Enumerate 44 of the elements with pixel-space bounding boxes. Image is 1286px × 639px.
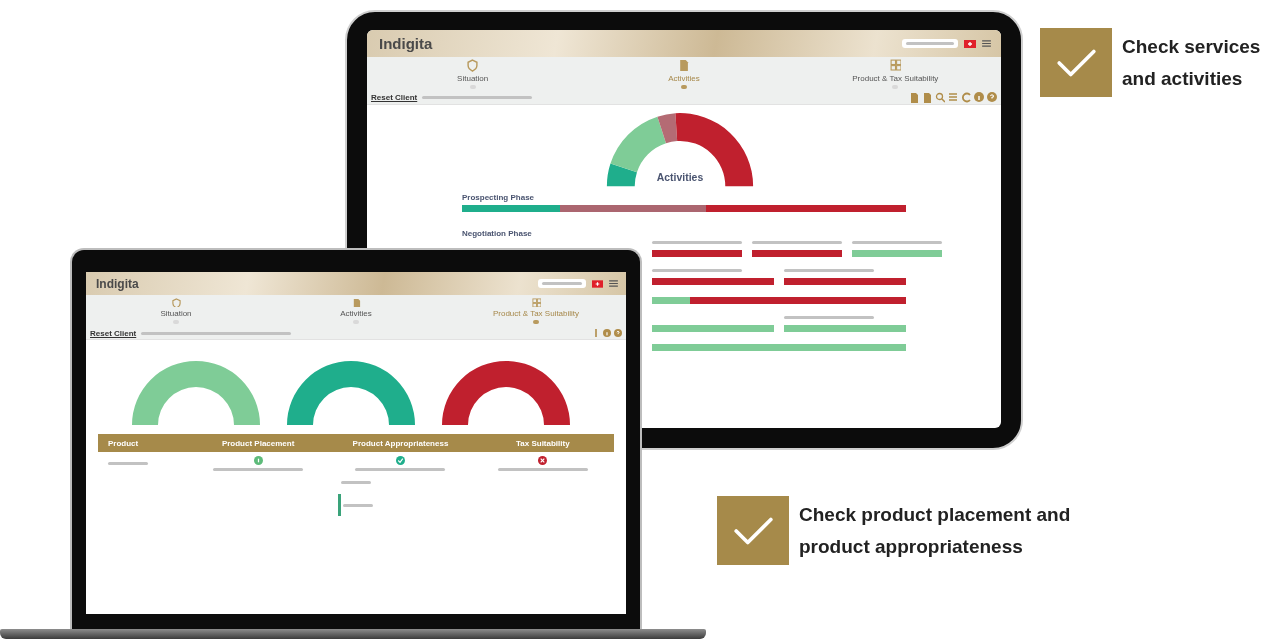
grid-icon — [889, 59, 901, 72]
reset-client-link[interactable]: Reset Client — [90, 328, 137, 338]
column-header: Product — [107, 438, 140, 448]
shield-icon — [467, 59, 479, 72]
flag-icon[interactable] — [592, 279, 603, 288]
shield-icon — [171, 297, 181, 308]
bar-icon[interactable] — [592, 328, 600, 338]
info-icon[interactable] — [974, 92, 984, 103]
logo-text: Indigita — [96, 276, 139, 291]
list-icon[interactable] — [948, 92, 958, 103]
info-icon[interactable] — [603, 328, 611, 338]
gauge-label: Activities — [656, 171, 704, 183]
menu-icon[interactable] — [982, 40, 991, 47]
nav-tab[interactable]: Product & Tax Suitability — [789, 57, 1001, 91]
flag-icon[interactable] — [964, 39, 976, 48]
illegible-text — [906, 42, 954, 45]
document-icon[interactable] — [909, 92, 919, 103]
document-icon[interactable] — [922, 92, 932, 103]
column-header: Tax Suitability — [515, 438, 571, 448]
phase-title: Negotiation Phase — [462, 229, 533, 238]
help-icon[interactable] — [614, 328, 622, 338]
menu-icon[interactable] — [609, 280, 618, 287]
phase-title: Prospecting Phase — [462, 193, 536, 202]
callout-text: Check product placement and product appropriateness — [799, 502, 1072, 559]
illegible-text — [342, 504, 373, 508]
illegible-text — [542, 282, 582, 285]
reset-client-link[interactable]: Reset Client — [371, 93, 418, 102]
illegible-text — [108, 462, 148, 465]
illegible-text — [341, 481, 371, 484]
nav-tab[interactable]: Situation — [86, 295, 266, 327]
column-header: Product Placement — [220, 438, 296, 448]
logo-text: Indigita — [379, 35, 433, 52]
account-field[interactable] — [538, 279, 586, 288]
nav-tab[interactable]: Activities — [266, 295, 446, 327]
refresh-icon[interactable] — [961, 92, 971, 103]
document-icon — [678, 59, 690, 72]
grid-icon — [531, 297, 541, 308]
callout-text: Check services and activities — [1122, 34, 1262, 91]
column-header: Product Appropriateness — [351, 438, 450, 448]
account-field[interactable] — [902, 39, 958, 48]
search-icon[interactable] — [935, 92, 945, 103]
nav-tab[interactable]: Situation — [367, 57, 579, 91]
document-icon — [351, 297, 361, 308]
help-icon[interactable] — [987, 92, 997, 103]
